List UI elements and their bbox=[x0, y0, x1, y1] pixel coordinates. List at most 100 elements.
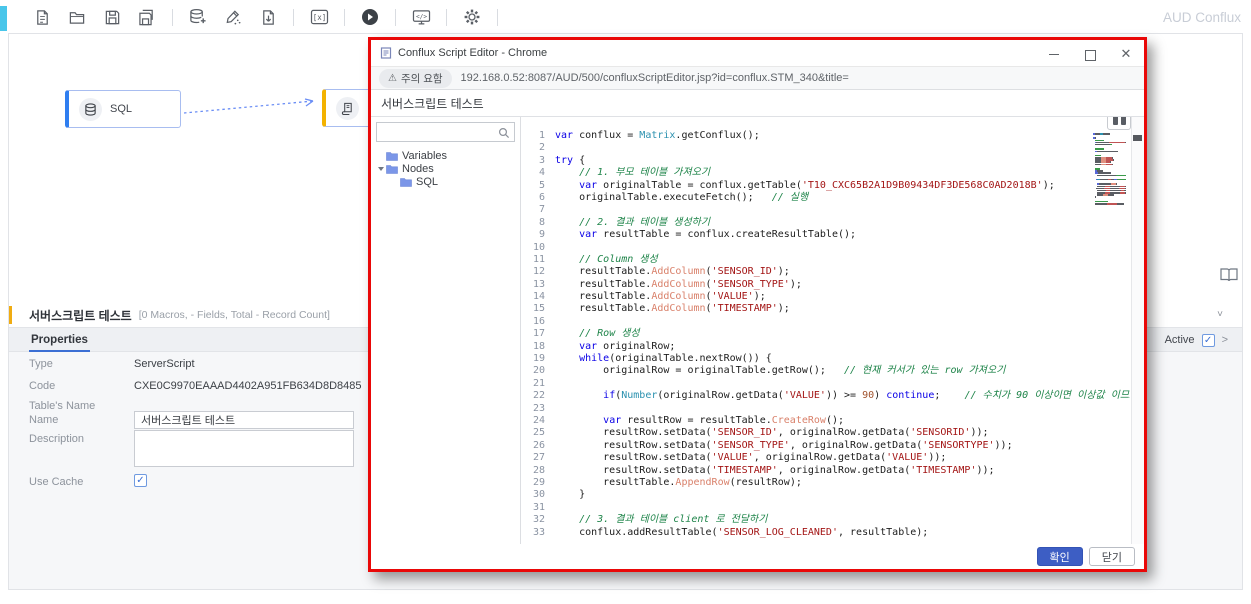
maximize-icon[interactable] bbox=[1084, 48, 1096, 60]
code-line: 18 var originalRow; bbox=[525, 341, 1130, 353]
screen: [x] </> AUD Conflux SQL 서버스크립트 테스트 [0 Mac… bbox=[0, 0, 1251, 604]
code-label: Code bbox=[29, 380, 55, 392]
dialog-header: 서버스크립트 테스트 bbox=[371, 90, 1144, 117]
code-line: 12 resultTable.AddColumn('SENSOR_ID'); bbox=[525, 266, 1130, 278]
code-line: 20 originalRow = originalTable.getRow();… bbox=[525, 365, 1130, 377]
code-line: 5 var originalTable = conflux.getTable('… bbox=[525, 180, 1130, 192]
accent-bar bbox=[0, 6, 7, 31]
node-tree: VariablesNodesSQL bbox=[376, 149, 515, 188]
active-checkbox[interactable]: ✓ bbox=[1202, 334, 1215, 347]
run-icon[interactable] bbox=[360, 7, 380, 27]
save-as-icon[interactable] bbox=[137, 7, 157, 27]
connector-arrow bbox=[182, 92, 324, 122]
tree-item-label: SQL bbox=[416, 176, 438, 188]
minimap[interactable] bbox=[1093, 133, 1126, 205]
security-chip[interactable]: ⚠ 주의 요함 bbox=[379, 69, 452, 88]
name-label: Name bbox=[29, 414, 58, 426]
variable-box-icon[interactable]: [x] bbox=[309, 7, 329, 27]
dialog-main: VariablesNodesSQL 1var conflux = Matrix.… bbox=[371, 117, 1144, 544]
close-icon[interactable]: ✕ bbox=[1120, 48, 1132, 60]
sql-node[interactable]: SQL bbox=[65, 90, 181, 128]
import-file-icon[interactable] bbox=[258, 7, 278, 27]
type-label: Type bbox=[29, 358, 53, 370]
code-line: 7 bbox=[525, 204, 1130, 216]
save-icon[interactable] bbox=[102, 7, 122, 27]
active-group: Active ✓ > bbox=[1165, 328, 1228, 352]
dialog-favicon-icon bbox=[380, 47, 392, 59]
toolbar-separator bbox=[172, 9, 173, 26]
code-line: 31 bbox=[525, 502, 1130, 514]
search-box bbox=[376, 122, 515, 142]
split-view-button[interactable] bbox=[1107, 117, 1131, 130]
code-line: 9 var resultTable = conflux.createResult… bbox=[525, 229, 1130, 241]
code-line: 30 } bbox=[525, 489, 1130, 501]
code-line: 1var conflux = Matrix.getConflux(); bbox=[525, 130, 1130, 142]
editor-scrollbar[interactable] bbox=[1131, 117, 1144, 544]
use-cache-checkbox[interactable]: ✓ bbox=[134, 474, 147, 487]
tree-item-label: Variables bbox=[402, 150, 447, 162]
code-line: 2 bbox=[525, 142, 1130, 154]
conflux-script-editor-dialog: Conflux Script Editor - Chrome ✕ ⚠ 주의 요함… bbox=[368, 37, 1147, 572]
toolbar: [x] </> bbox=[32, 4, 498, 30]
search-input[interactable] bbox=[379, 124, 497, 140]
dialog-title: Conflux Script Editor - Chrome bbox=[398, 47, 547, 59]
code-line: 6 originalTable.executeFetch(); // 실행 bbox=[525, 192, 1130, 204]
toolbar-separator bbox=[293, 9, 294, 26]
code-editor[interactable]: 1var conflux = Matrix.getConflux();23try… bbox=[521, 117, 1144, 544]
type-value: ServerScript bbox=[134, 358, 195, 370]
dialog-titlebar[interactable]: Conflux Script Editor - Chrome ✕ bbox=[371, 40, 1144, 67]
ok-button[interactable]: 확인 bbox=[1037, 547, 1083, 566]
description-label: Description bbox=[29, 433, 84, 445]
panel-title: 서버스크립트 테스트 bbox=[29, 307, 132, 324]
chevron-down-icon[interactable]: ˅ bbox=[1214, 309, 1226, 321]
db-add-icon[interactable] bbox=[188, 7, 208, 27]
title-accent-bar bbox=[9, 306, 12, 324]
code-line: 10 bbox=[525, 242, 1130, 254]
new-file-icon[interactable] bbox=[32, 7, 52, 27]
open-book-icon[interactable] bbox=[1219, 266, 1239, 286]
scrollbar-thumb[interactable] bbox=[1133, 135, 1142, 141]
toolbar-separator bbox=[446, 9, 447, 26]
code-line: 19 while(originalTable.nextRow()) { bbox=[525, 353, 1130, 365]
toolbar-separator bbox=[344, 9, 345, 26]
active-label: Active bbox=[1165, 334, 1195, 346]
description-input[interactable] bbox=[134, 430, 354, 467]
code-area[interactable]: 1var conflux = Matrix.getConflux();23try… bbox=[525, 130, 1130, 544]
minimize-icon[interactable] bbox=[1048, 48, 1060, 60]
code-line: 3try { bbox=[525, 155, 1130, 167]
code-line: 15 resultTable.AddColumn('TIMESTAMP'); bbox=[525, 303, 1130, 315]
window-controls: ✕ bbox=[1048, 40, 1132, 67]
panel-title-meta: [0 Macros, - Fields, Total - Record Coun… bbox=[139, 309, 330, 321]
code-line: 23 bbox=[525, 403, 1130, 415]
code-line: 28 resultRow.setData('TIMESTAMP', origin… bbox=[525, 465, 1130, 477]
sql-node-label: SQL bbox=[110, 103, 132, 115]
url-bar[interactable]: ⚠ 주의 요함 192.168.0.52:8087/AUD/500/conflu… bbox=[371, 67, 1144, 90]
tables-name-label: Table's Name bbox=[29, 400, 95, 412]
search-icon[interactable] bbox=[498, 126, 510, 144]
code-line: 22 if(Number(originalRow.getData('VALUE'… bbox=[525, 390, 1130, 402]
open-folder-icon[interactable] bbox=[67, 7, 87, 27]
tree-item-sql[interactable]: SQL bbox=[376, 175, 515, 188]
caret-down-icon[interactable] bbox=[378, 167, 384, 171]
code-line: 11 // Column 생성 bbox=[525, 254, 1130, 266]
edit-script-icon[interactable] bbox=[223, 7, 243, 27]
code-line: 14 resultTable.AddColumn('VALUE'); bbox=[525, 291, 1130, 303]
chevron-right-icon[interactable]: > bbox=[1222, 334, 1228, 346]
tree-item-variables[interactable]: Variables bbox=[376, 149, 515, 162]
warning-icon: ⚠ bbox=[388, 73, 397, 84]
code-line: 27 resultRow.setData('VALUE', originalRo… bbox=[525, 452, 1130, 464]
toolbar-separator bbox=[395, 9, 396, 26]
app-brand: AUD Conflux bbox=[1163, 10, 1241, 25]
code-value: CXE0C9970EAAAD4402A951FB634D8D8485 bbox=[134, 380, 362, 392]
monitor-code-icon[interactable]: </> bbox=[411, 7, 431, 27]
security-badge-text: 주의 요함 bbox=[401, 71, 443, 86]
settings-gear-icon[interactable] bbox=[462, 7, 482, 27]
toolbar-separator bbox=[497, 9, 498, 26]
tab-properties[interactable]: Properties bbox=[29, 328, 90, 352]
name-input[interactable] bbox=[134, 411, 354, 429]
tree-item-nodes[interactable]: Nodes bbox=[376, 162, 515, 175]
code-line: 13 resultTable.AddColumn('SENSOR_TYPE'); bbox=[525, 279, 1130, 291]
code-line: 4 // 1. 부모 테이블 가져오기 bbox=[525, 167, 1130, 179]
close-button[interactable]: 닫기 bbox=[1089, 547, 1135, 566]
dialog-header-title: 서버스크립트 테스트 bbox=[381, 95, 484, 112]
